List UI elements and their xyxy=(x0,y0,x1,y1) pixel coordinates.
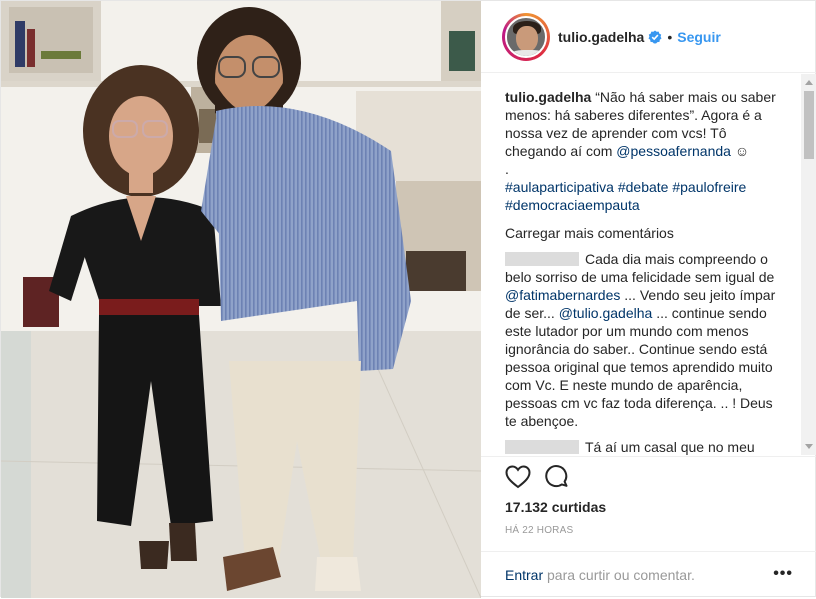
comments-list: tulio.gadelha “Não há saber mais ou sabe… xyxy=(481,74,816,455)
caption-mention[interactable]: @pessoafernanda xyxy=(616,143,731,159)
post-sidebar: tulio.gadelha • Seguir tulio.gadelha “Nã… xyxy=(481,1,816,598)
comment: Cada dia mais compreendo o belo sorriso … xyxy=(505,250,787,430)
comments-scrollbar[interactable] xyxy=(801,74,816,455)
post-header: tulio.gadelha • Seguir xyxy=(481,1,816,73)
follow-button[interactable]: Seguir xyxy=(677,29,721,45)
photo-illustration xyxy=(1,1,481,598)
post-timestamp[interactable]: HÁ 22 HORAS xyxy=(505,525,573,536)
more-options-icon[interactable]: ••• xyxy=(773,565,793,583)
comment-mention[interactable]: @fatimabernardes xyxy=(505,287,620,303)
login-link[interactable]: Entrar xyxy=(505,567,543,583)
hashtag[interactable]: #debate xyxy=(618,179,669,195)
load-more-comments[interactable]: Carregar mais comentários xyxy=(505,224,787,242)
caption-dot: . xyxy=(505,161,509,177)
hashtag[interactable]: #paulofreire xyxy=(672,179,746,195)
comment: Tá aí um casal que no meu xyxy=(505,438,787,455)
comment-bar: Entrar para curtir ou comentar. ••• xyxy=(481,551,816,599)
redacted-username xyxy=(505,440,579,454)
heart-icon[interactable] xyxy=(505,465,531,489)
post-window: tulio.gadelha • Seguir tulio.gadelha “Nã… xyxy=(0,0,816,598)
scroll-up-arrow[interactable] xyxy=(805,80,813,85)
hashtag[interactable]: #aulaparticipativa xyxy=(505,179,614,195)
post-photo[interactable] xyxy=(1,1,481,598)
avatar-image xyxy=(505,15,547,58)
verified-badge-icon xyxy=(648,30,662,44)
scroll-down-arrow[interactable] xyxy=(805,444,813,449)
header-username[interactable]: tulio.gadelha xyxy=(558,29,644,45)
scroll-thumb[interactable] xyxy=(804,91,814,159)
comment-text: Tá aí um casal que no meu xyxy=(585,439,755,455)
login-prompt: Entrar para curtir ou comentar. xyxy=(505,567,695,583)
header-separator: • xyxy=(667,28,673,45)
comment-text: ... continue sendo este lutador por um m… xyxy=(505,305,773,429)
login-prompt-text: para curtir ou comentar. xyxy=(547,567,695,583)
post-actions: 17.132 curtidas HÁ 22 HORAS Entrar para … xyxy=(481,456,816,598)
likes-count[interactable]: 17.132 curtidas xyxy=(505,499,606,515)
avatar[interactable] xyxy=(502,12,550,61)
hashtag[interactable]: #democraciaempauta xyxy=(505,197,640,213)
comment-icon[interactable] xyxy=(545,465,569,489)
comment-mention[interactable]: @tulio.gadelha xyxy=(559,305,653,321)
redacted-username xyxy=(505,252,579,266)
caption: tulio.gadelha “Não há saber mais ou sabe… xyxy=(505,88,787,214)
caption-username[interactable]: tulio.gadelha xyxy=(505,89,591,105)
smile-emoji: ☺ xyxy=(734,143,750,159)
